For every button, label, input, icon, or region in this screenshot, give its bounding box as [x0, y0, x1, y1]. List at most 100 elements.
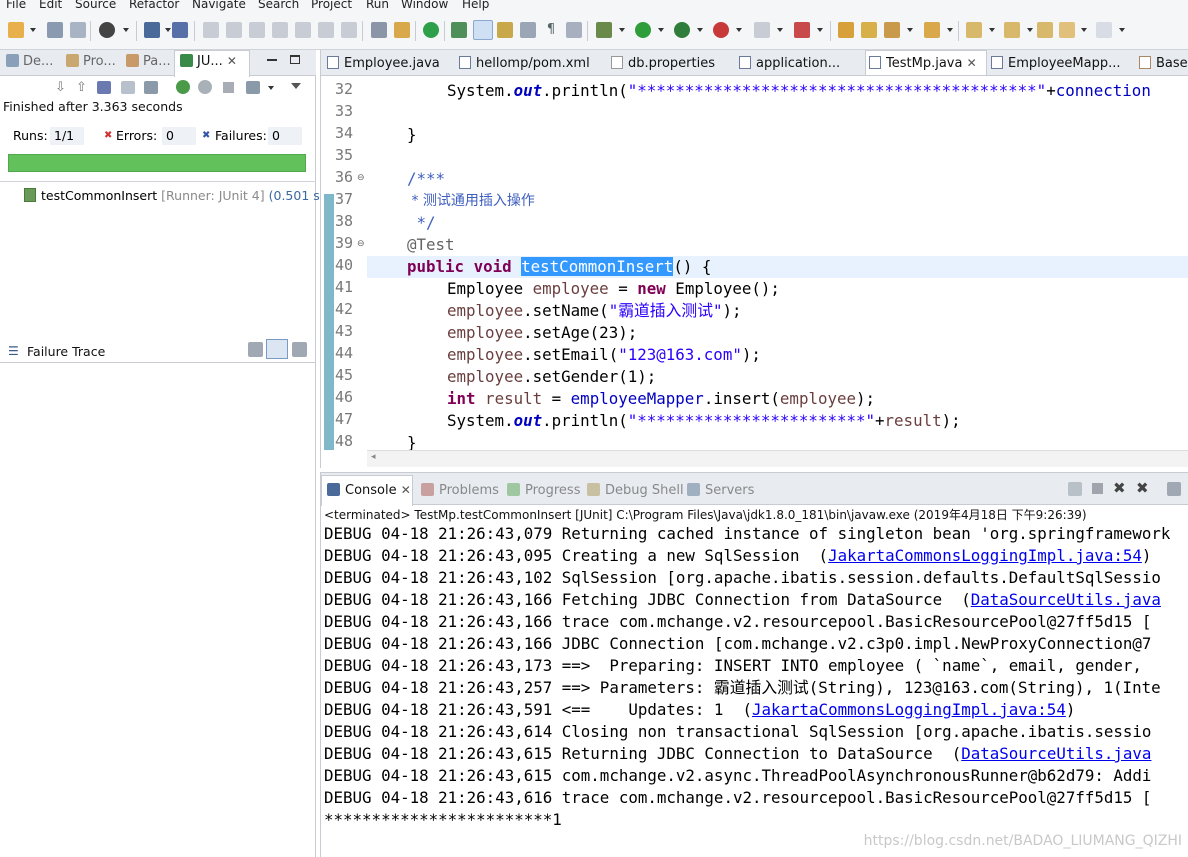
clear-icon[interactable] — [144, 81, 158, 94]
menu-navigate[interactable]: Navigate — [192, 0, 246, 11]
stop-server-dropdown-icon[interactable] — [777, 28, 783, 32]
tab-servers[interactable]: Servers — [687, 483, 754, 498]
next-annotation-dropdown-icon[interactable] — [989, 28, 995, 32]
menu-edit[interactable]: Edit — [39, 0, 62, 11]
tab-progress[interactable]: Progress — [507, 483, 580, 498]
tab-junit[interactable]: JU... ✕ — [180, 54, 237, 72]
fold-toggle-icon[interactable]: ⊖ — [357, 239, 365, 249]
debug-icon[interactable] — [596, 22, 612, 38]
remove-all-launches-icon[interactable]: ✖ — [1136, 479, 1149, 497]
menu-window[interactable]: Window — [401, 0, 448, 11]
last-edit-location-icon[interactable] — [1037, 22, 1053, 38]
external-tools-dropdown-icon[interactable] — [736, 28, 742, 32]
terminal-dropdown-icon[interactable] — [165, 28, 171, 32]
next-annotation-icon[interactable] — [966, 22, 982, 38]
deploy-dropdown-icon[interactable] — [817, 28, 823, 32]
run-coverage-icon[interactable] — [674, 22, 690, 38]
toggle-mark-occurrences-icon[interactable] — [473, 20, 493, 40]
save-all-icon[interactable] — [70, 22, 86, 38]
coverage-icon[interactable] — [423, 22, 439, 38]
console-source-link[interactable]: JakartaCommonsLoggingImpl.java:54 — [828, 546, 1142, 565]
use-step-filters-icon[interactable] — [394, 22, 410, 38]
menu-file[interactable]: File — [6, 0, 26, 11]
tab-base-mapper[interactable]: BaseM — [1139, 56, 1188, 71]
annotation-nav-icon[interactable] — [566, 22, 582, 38]
drop-to-frame-icon[interactable] — [371, 22, 387, 38]
new-class-dropdown-icon[interactable] — [907, 28, 913, 32]
new-java-project-icon[interactable] — [838, 22, 854, 38]
menu-project[interactable]: Project — [311, 0, 352, 11]
tab-testmp-java[interactable]: TestMp.java ✕ — [869, 56, 977, 71]
profile-icon[interactable] — [99, 22, 115, 38]
prev-annotation-dropdown-icon[interactable] — [1027, 28, 1033, 32]
tab-application-xml[interactable]: application... — [739, 56, 840, 71]
profile-dropdown-icon[interactable] — [123, 28, 129, 32]
block-selection-icon[interactable] — [520, 22, 536, 38]
maximize-icon[interactable] — [290, 55, 300, 64]
toggle-breadcrumb-icon[interactable] — [497, 22, 513, 38]
show-whitespace-icon[interactable]: ¶ — [543, 22, 559, 38]
tab-employee-mapper[interactable]: EmployeeMapp... — [991, 56, 1120, 71]
close-icon[interactable]: ✕ — [401, 483, 411, 497]
minimize-icon[interactable] — [267, 59, 277, 61]
tab-debug[interactable]: De... — [6, 54, 53, 72]
tab-employee-java[interactable]: Employee.java — [327, 56, 440, 71]
rerun-failed-first-icon[interactable] — [198, 80, 212, 94]
open-folder-dropdown-icon[interactable] — [947, 28, 953, 32]
remove-launch-icon[interactable]: ✖ — [1113, 479, 1126, 497]
test-run-history-icon[interactable] — [246, 81, 260, 94]
back-dropdown-icon[interactable] — [1081, 28, 1087, 32]
tab-db-properties[interactable]: db.properties — [611, 56, 715, 71]
stop-test-icon[interactable] — [223, 82, 234, 93]
horizontal-scrollbar[interactable]: ◂ — [367, 450, 1188, 467]
menu-help[interactable]: Help — [462, 0, 489, 11]
console-output[interactable]: DEBUG 04-18 21:26:43,079 Returning cache… — [324, 523, 1188, 857]
menu-search[interactable]: Search — [258, 0, 299, 11]
tab-pom-xml[interactable]: hellomp/pom.xml — [459, 56, 590, 71]
skip-breakpoints-icon[interactable] — [172, 22, 188, 38]
back-icon[interactable] — [1059, 22, 1075, 38]
menu-source[interactable]: Source — [75, 0, 116, 11]
suspend-icon[interactable] — [226, 22, 242, 38]
terminal-icon[interactable] — [144, 22, 160, 38]
close-icon[interactable]: ✕ — [967, 56, 977, 70]
run-coverage-dropdown-icon[interactable] — [697, 28, 703, 32]
clear-console-icon[interactable] — [1167, 482, 1181, 496]
menu-refactor[interactable]: Refactor — [129, 0, 179, 11]
external-tools-icon[interactable] — [713, 22, 729, 38]
tab-problems[interactable]: Problems — [421, 483, 499, 498]
compare-result-icon[interactable] — [266, 339, 288, 359]
new-class-icon[interactable] — [884, 22, 900, 38]
show-failures-only-icon[interactable] — [97, 81, 111, 94]
open-folder-icon[interactable] — [924, 22, 940, 38]
tab-project-explorer[interactable]: Pro... — [66, 54, 116, 72]
pin-console-icon[interactable] — [1068, 482, 1082, 496]
tab-debug-shell[interactable]: Debug Shell — [587, 483, 684, 498]
prev-annotation-icon[interactable] — [1004, 22, 1020, 38]
new-icon[interactable] — [8, 22, 24, 38]
resume-icon[interactable] — [203, 22, 219, 38]
disconnect-icon[interactable] — [272, 22, 288, 38]
new-dropdown-icon[interactable] — [30, 28, 36, 32]
save-icon[interactable] — [47, 22, 63, 38]
tab-console[interactable]: Console ✕ — [327, 483, 411, 498]
filter-stack-icon[interactable] — [248, 342, 263, 357]
stop-server-icon[interactable] — [754, 22, 770, 38]
new-package-icon[interactable] — [861, 22, 877, 38]
deploy-icon[interactable] — [794, 22, 810, 38]
step-into-icon[interactable] — [295, 22, 311, 38]
history-dropdown-icon[interactable] — [268, 86, 274, 90]
open-type-icon[interactable] — [451, 22, 467, 38]
terminate-console-icon[interactable] — [1092, 483, 1103, 494]
fold-toggle-icon[interactable]: ⊖ — [357, 173, 365, 183]
code-area[interactable]: System.out.println("********************… — [367, 76, 1188, 450]
console-source-link[interactable]: JakartaCommonsLoggingImpl.java:54 — [752, 700, 1066, 719]
terminate-icon[interactable] — [249, 22, 265, 38]
scroll-lock-icon[interactable] — [121, 81, 135, 94]
next-failure-icon[interactable]: ⇩ — [55, 80, 67, 95]
console-source-link[interactable]: DataSourceUtils.java — [961, 744, 1151, 763]
run-dropdown-icon[interactable] — [658, 28, 664, 32]
console-source-link[interactable]: DataSourceUtils.java — [971, 590, 1161, 609]
test-tree-item[interactable]: testCommonInsert [Runner: JUnit 4] (0.50… — [24, 188, 325, 203]
forward-icon[interactable] — [1096, 22, 1112, 38]
